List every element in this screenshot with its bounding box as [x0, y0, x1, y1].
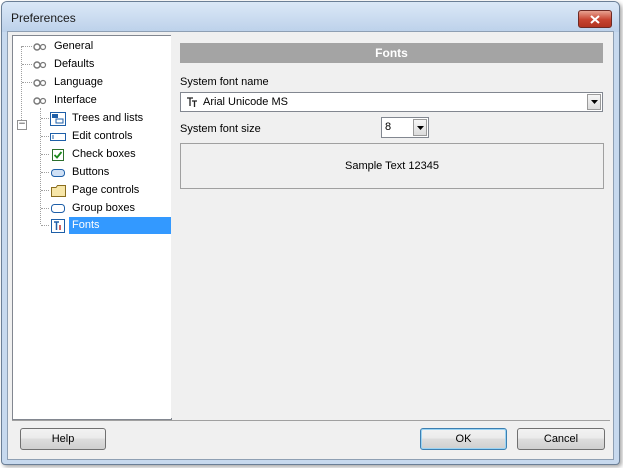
button-bar: Help OK Cancel: [12, 420, 610, 455]
settings-icon: [32, 58, 48, 72]
font-icon: [50, 218, 66, 233]
font-size-dropdown-button[interactable]: [413, 119, 427, 136]
font-name-value: Arial Unicode MS: [203, 96, 288, 108]
tree-item-group-boxes[interactable]: Group boxes: [50, 200, 138, 217]
tree-item-label: Defaults: [54, 58, 95, 70]
tree-item-label: Group boxes: [72, 202, 135, 214]
font-size-label: System font size: [180, 123, 261, 135]
section-header: Fonts: [180, 43, 603, 63]
font-type-icon: [186, 96, 198, 111]
title-bar[interactable]: Preferences: [2, 2, 619, 32]
tree-item-defaults[interactable]: Defaults: [32, 56, 97, 73]
tree-item-fonts[interactable]: Fonts: [50, 217, 173, 234]
tree-item-interface[interactable]: Interface: [32, 92, 100, 109]
font-size-select[interactable]: 8: [381, 117, 429, 138]
close-button[interactable]: [578, 10, 612, 28]
tree-item-label: Buttons: [72, 166, 110, 178]
tree-item-edit-controls[interactable]: Edit controls: [50, 128, 136, 145]
font-sample-preview: Sample Text 12345: [180, 143, 604, 189]
fonts-settings-panel: Fonts System font name Arial Unicode MS …: [171, 35, 610, 418]
edit-control-icon: [50, 130, 66, 144]
tree-item-buttons[interactable]: Buttons: [50, 164, 112, 181]
tree-item-label: Trees and lists: [72, 112, 144, 124]
ok-button[interactable]: OK: [420, 428, 507, 450]
tree-item-page-controls[interactable]: Page controls: [50, 182, 142, 199]
button-icon: [50, 166, 66, 180]
preferences-window: Preferences − General Defaults Language …: [1, 1, 620, 465]
folder-tab-icon: [50, 184, 66, 198]
tree-item-label: Page controls: [72, 184, 140, 196]
tree-item-general[interactable]: General: [32, 38, 96, 55]
tree-item-label: Interface: [54, 94, 97, 106]
cancel-button[interactable]: Cancel: [517, 428, 605, 450]
font-name-dropdown-button[interactable]: [587, 94, 601, 110]
settings-icon: [32, 40, 48, 54]
collapse-toggle[interactable]: −: [17, 120, 27, 130]
dialog-client-area: − General Defaults Language Interface Tr…: [7, 31, 614, 460]
tree-item-label: Edit controls: [72, 130, 133, 142]
tree-item-label: Language: [54, 76, 103, 88]
tree-item-label: General: [54, 40, 94, 52]
window-title: Preferences: [11, 11, 76, 25]
font-size-value: 8: [385, 121, 392, 133]
chevron-down-icon: [590, 100, 598, 104]
font-name-select[interactable]: Arial Unicode MS: [180, 92, 603, 112]
tree-list-icon: [50, 111, 66, 126]
font-name-label: System font name: [180, 76, 269, 88]
settings-icon: [32, 76, 48, 90]
group-box-icon: [50, 202, 66, 216]
close-icon: [590, 14, 600, 24]
tree-item-label: Fonts: [69, 217, 173, 234]
settings-icon: [32, 94, 48, 108]
sample-text: Sample Text 12345: [345, 160, 439, 172]
tree-item-label: Check boxes: [72, 148, 136, 160]
help-button[interactable]: Help: [20, 428, 106, 450]
chevron-down-icon: [416, 125, 424, 130]
tree-item-trees-and-lists[interactable]: Trees and lists: [50, 110, 146, 127]
tree-item-language[interactable]: Language: [32, 74, 106, 91]
checkbox-icon: [50, 148, 66, 162]
tree-item-check-boxes[interactable]: Check boxes: [50, 146, 139, 163]
preferences-tree[interactable]: − General Defaults Language Interface Tr…: [12, 35, 173, 420]
